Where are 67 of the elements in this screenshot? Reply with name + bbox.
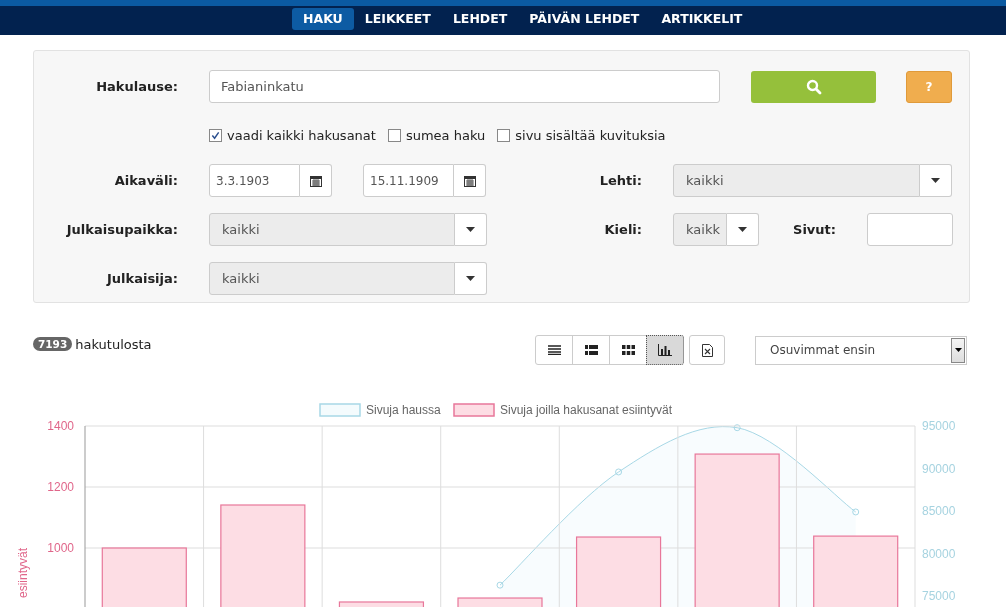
nav-tab[interactable]: PÄIVÄN LEHDET [518, 8, 651, 30]
checkbox[interactable] [387, 129, 401, 142]
legend-swatch [319, 403, 361, 417]
export-button[interactable] [689, 335, 725, 365]
field-label: Julkaisupaikka: [65, 222, 178, 237]
calendar-button[interactable] [454, 164, 486, 197]
nav-tab[interactable]: LEIKKEET [353, 8, 442, 30]
checkbox-label: vaadi kaikki hakusanat [227, 128, 376, 143]
caret-icon [738, 227, 747, 232]
chart-point [615, 468, 623, 476]
bar-chart-icon [658, 344, 672, 356]
axis-tick-label: 1200 [47, 480, 74, 494]
calendar-button[interactable] [300, 164, 332, 197]
caret-icon [466, 227, 475, 232]
dropdown-button[interactable] [455, 213, 487, 246]
field-label: Hakulause: [95, 79, 178, 94]
field-label: Julkaisija: [105, 271, 178, 286]
pages-field[interactable] [867, 213, 953, 246]
caret-icon [466, 276, 475, 281]
axis-tick-label: 90000 [922, 461, 956, 476]
nav-tab[interactable]: HAKU [292, 8, 354, 30]
spreadsheet-icon [701, 343, 713, 357]
select-field[interactable]: kaikk [673, 213, 727, 246]
axis-tick-label: 1400 [47, 419, 74, 433]
dropdown-button[interactable] [920, 164, 952, 197]
field-label: Lehti: [598, 173, 642, 188]
chart-point [733, 424, 741, 432]
date-field[interactable]: 15.11.1909 [363, 164, 454, 197]
select-field[interactable]: kaikki [673, 164, 920, 197]
search-icon [805, 78, 822, 95]
result-count-label: hakutulosta [75, 336, 152, 352]
select-field[interactable]: kaikki [209, 262, 455, 295]
detail-list-icon [584, 345, 598, 355]
axis-tick-label: 85000 [922, 504, 956, 519]
checkbox-label: sivu sisältää kuvituksia [515, 128, 666, 143]
select-field[interactable]: kaikki [209, 213, 455, 246]
axis-title: esiintyvät [16, 548, 30, 599]
field-label: Sivut: [792, 222, 836, 237]
legend-swatch [453, 403, 495, 417]
dropdown-button[interactable] [455, 262, 487, 295]
sort-dropdown[interactable]: Osuvimmat ensin [755, 335, 967, 365]
calendar-icon [463, 174, 476, 187]
count-badge: 7193 [33, 337, 73, 351]
checkbox[interactable] [497, 129, 511, 142]
checkbox[interactable] [209, 129, 222, 142]
nav-tab[interactable]: LEHDET [441, 8, 519, 30]
date-field[interactable]: 3.3.1903 [209, 164, 300, 197]
field-label: Aikaväli: [113, 173, 178, 188]
dropdown-button[interactable] [727, 213, 759, 246]
chart-point [496, 581, 504, 589]
list-icon [547, 345, 561, 355]
calendar-icon [309, 174, 322, 187]
search-field[interactable]: Fabianinkatu [209, 70, 720, 103]
view-button[interactable] [646, 335, 684, 365]
legend-label: Sivuja haussa [366, 403, 441, 417]
legend-label: Sivuja joilla hakusanat esiintyvät [500, 403, 673, 417]
nav-tab[interactable]: ARTIKKELIT [650, 8, 754, 30]
axis-tick-label: 1000 [47, 541, 74, 555]
field-label: Kieli: [603, 222, 642, 237]
chart-point [852, 508, 860, 516]
axis-tick-label: 95000 [922, 419, 956, 433]
caret-icon [954, 348, 962, 352]
checkbox-label: sumea haku [405, 128, 486, 143]
axis-tick-label: 75000 [922, 589, 956, 604]
grid-icon [621, 345, 635, 355]
axis-tick-label: 80000 [922, 546, 956, 561]
caret-icon [931, 178, 940, 183]
